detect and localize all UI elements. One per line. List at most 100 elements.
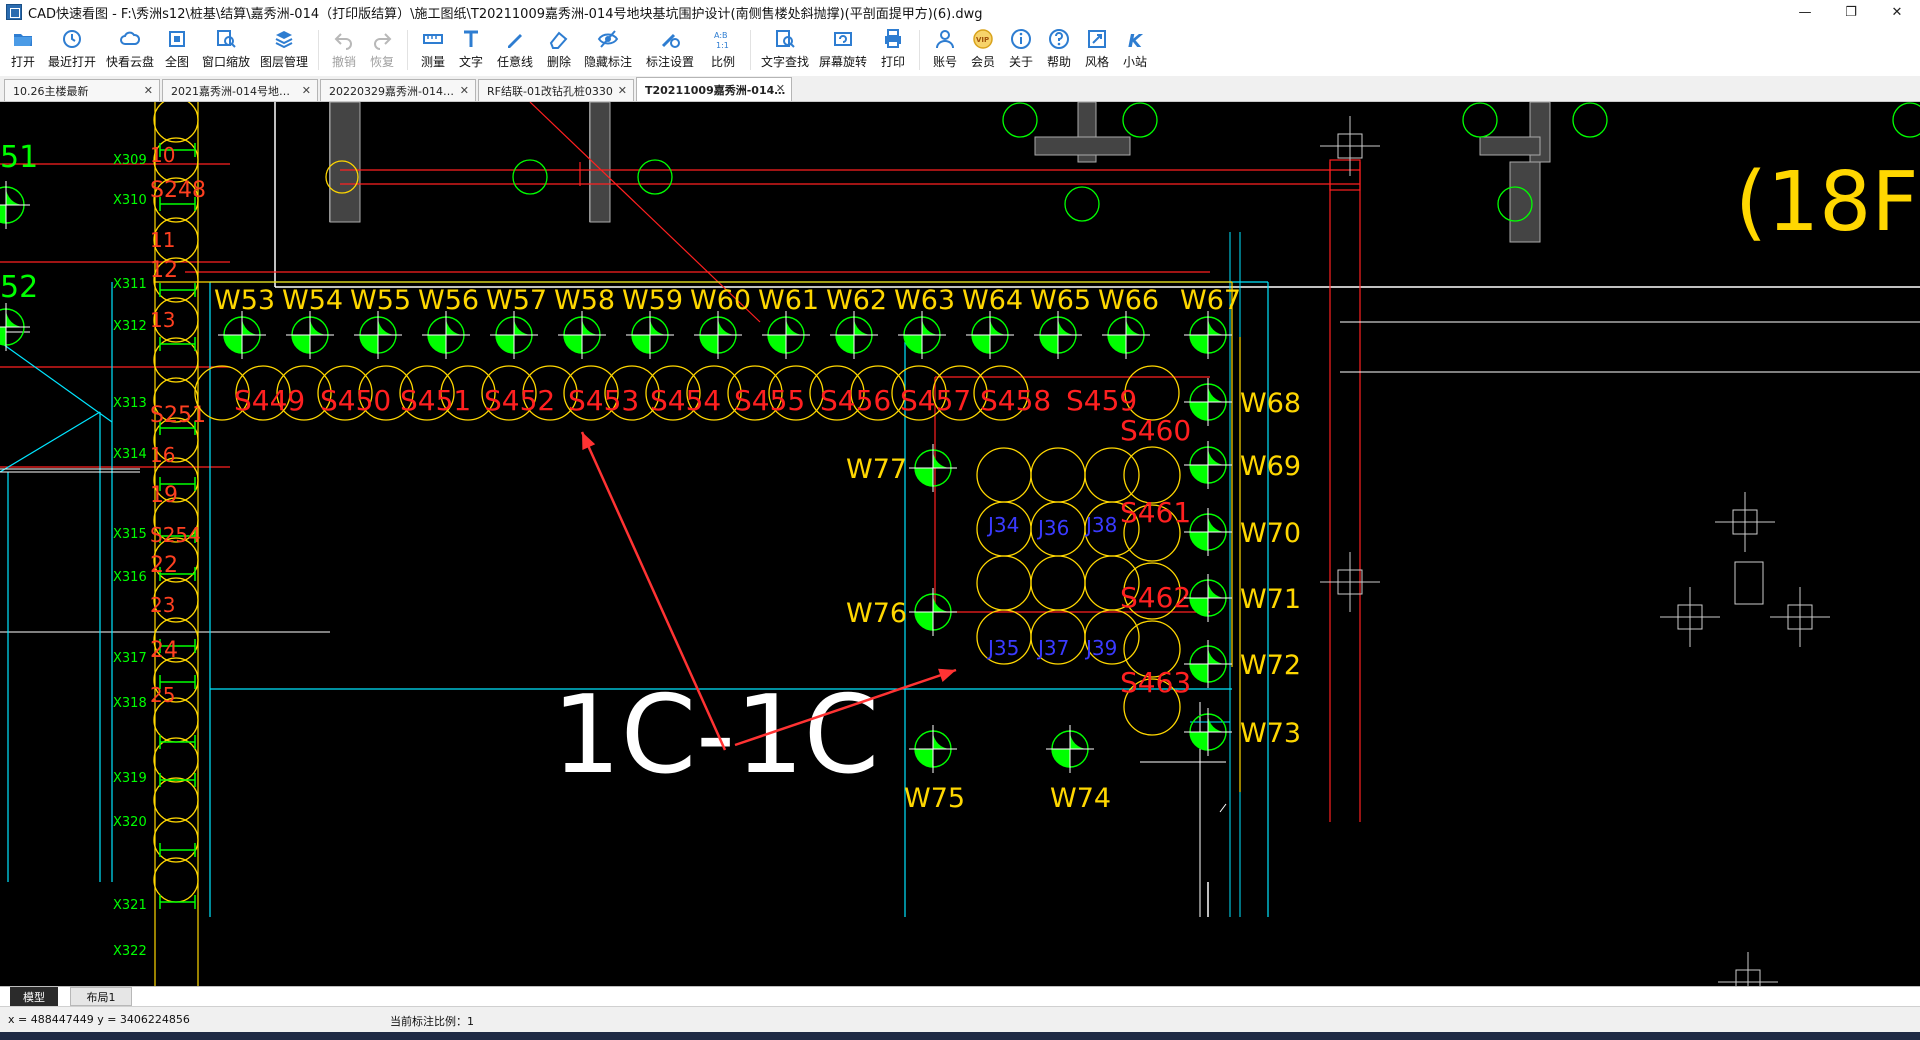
toolbar-label: 撤销 — [331, 55, 356, 69]
toolbar-button-hide-annotation[interactable]: 隐藏标注 — [578, 24, 638, 76]
toolbar-label: 帮助 — [1046, 55, 1071, 69]
w-label: W54 — [282, 285, 343, 316]
s-label: S455 — [734, 384, 805, 417]
toolbar-button-measure[interactable]: 测量 — [414, 24, 452, 76]
toolbar-label: 风格 — [1084, 55, 1109, 69]
toolbar-label: 文字 — [458, 55, 483, 69]
toolbar-button-print[interactable]: 打印 — [873, 24, 913, 76]
tab-close-icon[interactable]: ✕ — [460, 84, 469, 97]
tab-close-icon[interactable]: ✕ — [144, 84, 153, 97]
toolbar-button-eraser[interactable]: 删除 — [540, 24, 578, 76]
cad-viewer-window: CAD快速看图 - F:\秀洲s12\桩基\结算\嘉秀洲-014（打印版结算）\… — [0, 0, 1920, 1040]
document-tab[interactable]: RF结联-01改钻孔桩0330 ✕ — [478, 79, 634, 101]
tab-close-icon[interactable]: ✕ — [302, 84, 311, 97]
toolbar-button-rotate-screen[interactable]: 屏幕旋转 — [813, 24, 873, 76]
document-tab[interactable]: T20211009嘉秀洲-014… ✕ — [636, 77, 792, 101]
toolbar-button-style[interactable]: 风格 — [1078, 24, 1116, 76]
toolbar-label: 打开 — [10, 55, 35, 69]
red-pile-label: 22 — [150, 553, 178, 578]
toolbar-button-freeline[interactable]: 任意线 — [490, 24, 540, 76]
toolbar-button-text-search[interactable]: 文字查找 — [757, 24, 813, 76]
w-pile — [909, 444, 957, 492]
toolbar-label: 打印 — [880, 55, 905, 69]
document-tab[interactable]: 2021嘉秀洲-014号地… ✕ — [162, 79, 318, 101]
style-icon — [1086, 28, 1108, 50]
s-label: S454 — [650, 384, 721, 417]
toolbar-button-info[interactable]: 关于 — [1002, 24, 1040, 76]
text-search-icon — [774, 28, 796, 50]
pile-fill — [1052, 749, 1070, 767]
tab-close-icon[interactable]: ✕ — [618, 84, 627, 97]
eraser-icon — [548, 28, 570, 50]
pile-fill — [360, 335, 378, 353]
pile-fill — [0, 327, 6, 345]
red-pile-label: 23 — [150, 593, 175, 617]
s-label: S461 — [1120, 496, 1191, 529]
x-label: X313 — [113, 396, 147, 411]
toolbar-separator — [919, 30, 920, 70]
pile-fill — [224, 335, 242, 353]
minimize-button[interactable]: — — [1782, 0, 1828, 24]
tab-close-icon[interactable]: ✕ — [776, 82, 785, 95]
toolbar-separator — [750, 30, 751, 70]
toolbar-button-undo[interactable]: 撤销 — [325, 24, 363, 76]
w-label: W63 — [894, 285, 955, 316]
maximize-button[interactable]: ❐ — [1828, 0, 1874, 24]
s-label: S453 — [568, 384, 639, 417]
w-label: W73 — [1240, 718, 1301, 749]
document-tab-label: T20211009嘉秀洲-014… — [645, 83, 786, 97]
toolbar-button-cloud[interactable]: 快看云盘 — [102, 24, 158, 76]
redo-icon — [371, 28, 393, 50]
svg-text:VIP: VIP — [976, 36, 989, 44]
red-pile-label: 12 — [150, 258, 178, 283]
toolbar-label: 任意线 — [496, 55, 533, 69]
toolbar-button-fullview[interactable]: 全图 — [158, 24, 196, 76]
j-label: J35 — [986, 636, 1019, 660]
toolbar-button-redo[interactable]: 恢复 — [363, 24, 401, 76]
s-label: S459 — [1066, 384, 1137, 417]
close-window-button[interactable]: ✕ — [1874, 0, 1920, 24]
w-label: W70 — [1240, 518, 1301, 549]
j-label: J37 — [1036, 636, 1069, 660]
document-tab-label: 20220329嘉秀洲-014… — [329, 84, 454, 98]
pile-fill — [0, 205, 6, 223]
toolbar-button-open-folder[interactable]: 打开 — [4, 24, 42, 76]
toolbar-button-window-zoom[interactable]: 窗口缩放 — [196, 24, 256, 76]
s-label: S452 — [484, 384, 555, 417]
j-label: J34 — [986, 513, 1019, 537]
toolbar-button-layers[interactable]: 图层管理 — [256, 24, 312, 76]
toolbar-label: 会员 — [970, 55, 995, 69]
document-tab[interactable]: 20220329嘉秀洲-014… ✕ — [320, 79, 476, 101]
toolbar-button-help[interactable]: 帮助 — [1040, 24, 1078, 76]
x-label: X322 — [113, 944, 147, 959]
toolbar-button-account[interactable]: 账号 — [926, 24, 964, 76]
toolbar-label: 恢复 — [369, 55, 394, 69]
layout-tab-model[interactable]: 模型 — [10, 987, 58, 1006]
layout-tab-layout1[interactable]: 布局1 — [70, 987, 132, 1006]
cad-drawing[interactable]: X309 X310 X311 X312 X313 X314 X315 X316 X317 X318… — [0, 102, 1920, 986]
hatched-column — [1509, 161, 1541, 243]
document-tab[interactable]: 10.26主楼最新 ✕ — [4, 79, 160, 101]
red-pile-label: 10 — [150, 143, 175, 167]
toolbar-button-annotation-settings[interactable]: 标注设置 — [638, 24, 702, 76]
toolbar-button-vip[interactable]: VIP 会员 — [964, 24, 1002, 76]
toolbar-button-scale[interactable]: A:B 1:1 比例 — [702, 24, 744, 76]
red-column-box — [1329, 159, 1361, 191]
toolbar-button-recent-clock[interactable]: 最近打开 — [42, 24, 102, 76]
toolbar-label: 最近打开 — [47, 55, 96, 69]
pile-fill — [292, 335, 310, 353]
drawing-canvas[interactable]: X309 X310 X311 X312 X313 X314 X315 X316 X317 X318… — [0, 102, 1920, 986]
x-label: X309 — [113, 153, 147, 168]
w-pile — [1102, 311, 1150, 359]
pile-fill — [904, 335, 922, 353]
pile-fill — [972, 335, 990, 353]
toolbar-button-station[interactable]: K 小站 — [1116, 24, 1154, 76]
toolbar-button-text[interactable]: 文字 — [452, 24, 490, 76]
layers-icon — [273, 28, 295, 50]
pile-fill — [915, 468, 933, 486]
red-pile-label: 13 — [150, 308, 175, 332]
station-icon: K — [1124, 28, 1146, 50]
w-pile — [830, 311, 878, 359]
w-label: W57 — [486, 285, 547, 316]
window-controls: — ❐ ✕ — [1782, 0, 1920, 24]
